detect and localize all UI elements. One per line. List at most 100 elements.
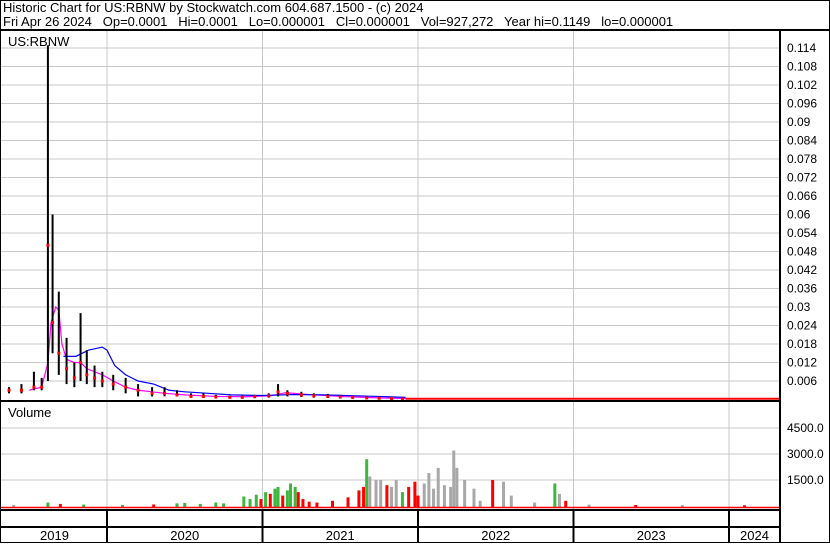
price-tick-label: 0.012 [787,356,817,370]
volume-bar [452,450,456,508]
volume-label: Volume [8,405,51,420]
price-tick-label: 0.078 [787,152,817,166]
close-marker [79,361,83,365]
quote-summary: Fri Apr 26 2024 Op=0.0001 Hi=0.0001 Lo=0… [3,14,673,29]
symbol-label: US:RBNW [8,34,70,49]
volume-bar [400,492,404,508]
volume-bar [242,496,246,508]
volume-bar [422,483,426,508]
volume-bar [379,480,383,508]
price-tick-label: 0.114 [787,41,816,55]
close-marker [326,394,330,398]
close-marker [111,382,115,386]
volume-bar [346,497,350,508]
volume-bar [288,483,292,508]
price-tick-label: 0.066 [787,189,817,203]
volume-tick-label: 3000.0 [787,447,824,461]
price-tick-label: 0.054 [787,226,817,240]
volume-bar [553,483,557,508]
volume-bar [449,486,453,508]
close-marker [7,388,11,392]
close-marker [240,395,244,399]
close-marker [299,393,303,397]
price-tick-label: 0.084 [787,134,817,148]
volume-bar [362,486,366,508]
price-tick-label: 0.036 [787,282,817,296]
price-tick-label: 0.024 [787,319,817,333]
price-tick-label: 0.09 [787,115,811,129]
price-tick-label: 0.006 [787,374,817,388]
volume-bar [463,480,467,508]
volume-bar [293,486,297,508]
volume-bar [432,488,436,508]
chart-title: Historic Chart for US:RBNW by Stockwatch… [3,0,424,15]
close-marker [136,388,140,392]
close-marker [338,395,342,399]
close-marker [253,395,257,399]
year-label: 2023 [637,528,666,543]
close-marker [19,388,23,392]
volume-tick-label: 4500.0 [787,421,824,435]
close-marker [40,385,44,389]
stock-chart: Historic Chart for US:RBNW by Stockwatch… [0,0,830,543]
close-marker [72,376,76,380]
close-marker [85,373,89,377]
volume-bar [365,459,369,508]
close-marker [46,243,50,247]
price-tick-label: 0.072 [787,171,817,185]
price-tick-label: 0.108 [787,60,817,74]
volume-bar [502,481,506,508]
volume-bar [442,485,446,508]
volume-bar [268,493,272,508]
price-tick-label: 0.096 [787,97,817,111]
close-marker [189,394,193,398]
volume-bar [374,480,378,508]
volume-bar [368,476,372,508]
volume-bar [248,499,252,508]
ma-short-line [29,305,406,400]
close-marker [285,391,289,395]
volume-bar [385,485,389,508]
close-marker [124,385,128,389]
volume-bar [455,467,459,508]
price-tick-label: 0.018 [787,337,817,351]
close-marker [163,391,167,395]
year-label: 2022 [481,528,510,543]
close-marker [214,395,218,399]
volume-bar [416,495,420,508]
close-marker [365,396,369,400]
volume-bar [472,488,476,508]
volume-bar [427,473,431,508]
close-marker [100,379,104,383]
volume-bar [281,495,285,508]
volume-bar [394,480,398,508]
volume-bar [285,490,289,508]
close-marker [390,397,394,401]
close-marker [201,394,205,398]
volume-bar [407,486,411,508]
price-tick-label: 0.06 [787,208,811,222]
volume-bar [296,492,300,508]
close-marker [312,394,316,398]
price-tick-label: 0.042 [787,263,817,277]
volume-bar [264,492,268,508]
volume-bar [276,486,280,508]
volume-bar [273,488,277,508]
close-marker [351,395,355,399]
close-marker [267,394,271,398]
volume-bar [413,481,417,508]
volume-bar [390,486,394,508]
ma-long-line [63,346,406,398]
volume-bar [259,499,263,508]
year-label: 2019 [40,528,69,543]
close-marker [228,395,232,399]
volume-bar [558,493,562,508]
year-label: 2021 [326,528,355,543]
close-marker [150,391,154,395]
year-label: 2020 [170,528,199,543]
volume-bar [436,467,440,508]
chart-border [0,0,830,543]
volume-bar [509,495,513,508]
close-marker [276,390,280,394]
volume-bar [254,494,258,508]
